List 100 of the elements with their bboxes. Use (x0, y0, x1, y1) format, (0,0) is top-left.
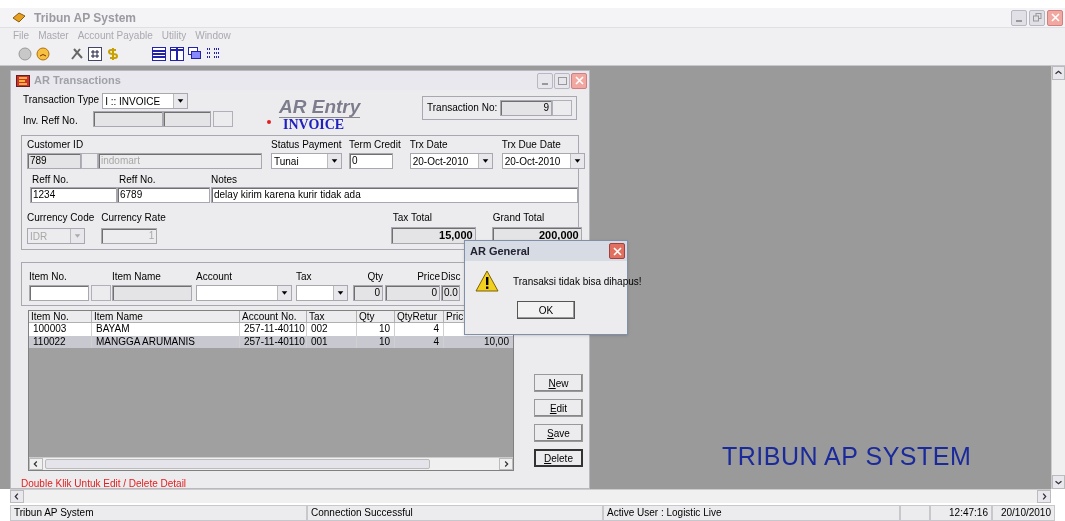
horizontal-scrollbar[interactable] (10, 489, 1051, 503)
table-cell: MANGGA ARUMANIS (92, 335, 240, 348)
scroll-left-icon[interactable] (29, 458, 43, 470)
disc-icon[interactable] (17, 45, 33, 62)
action-button[interactable]: Delete (534, 449, 583, 467)
field-label: Trx Due Date (501, 139, 562, 151)
field-label: Tax Total (392, 212, 434, 224)
hash-icon[interactable] (87, 45, 103, 62)
warning-icon (475, 270, 499, 292)
input-field[interactable]: delay kirim karena kurir tidak ada (211, 187, 578, 203)
input-field[interactable] (29, 285, 89, 301)
dropdown[interactable] (296, 285, 348, 301)
restore-button[interactable] (1029, 9, 1045, 26)
status-pane: 12:47:16 (930, 505, 992, 521)
input-field[interactable]: 0 (385, 285, 440, 301)
caret-icon (70, 229, 84, 243)
maximize-button[interactable] (554, 72, 570, 89)
dialog-message: Transaksi tidak bisa dihapus! (513, 274, 642, 289)
app-icon (16, 74, 30, 87)
action-button[interactable]: Edit (534, 399, 583, 417)
status-pane: Connection Successful (307, 505, 603, 521)
input-field[interactable]: 6789 (117, 187, 210, 203)
grid-scrollbar[interactable] (29, 457, 513, 470)
table-cell: 4 (395, 335, 444, 348)
field-label: Inv. Reff No. (23, 114, 79, 127)
hint-text: Double Klik Untuk Edit / Delete Detail (21, 477, 188, 488)
input-field[interactable]: 0 (349, 153, 393, 169)
field-label: Status Payment (271, 139, 342, 151)
app-icon (12, 11, 26, 24)
input-field[interactable]: 1234 (30, 187, 117, 203)
input-field[interactable]: 15,000 (390, 227, 476, 244)
input-field[interactable] (163, 111, 211, 127)
field-label: Grand Total (492, 212, 546, 224)
input-field[interactable] (93, 111, 163, 127)
cascade-icon[interactable] (187, 45, 203, 62)
caret-icon (173, 94, 188, 108)
scroll-down-icon[interactable] (1052, 475, 1065, 489)
field-label: Trx Date (409, 139, 449, 151)
table-cell: BAYAM (92, 323, 240, 336)
vertical-tile-icon[interactable] (169, 45, 185, 62)
caret-icon (477, 154, 492, 168)
dropdown[interactable]: 20-Oct-2010 (501, 153, 585, 169)
table-cell: 002 (307, 323, 357, 336)
caret-icon (327, 154, 341, 168)
field-label: Price (416, 271, 440, 283)
table-cell: 110022 (29, 335, 92, 348)
field-label: Disc (441, 271, 460, 283)
field-label: Customer ID (27, 139, 85, 151)
field-label: Currency Code (27, 212, 95, 224)
scroll-left-icon[interactable] (10, 490, 24, 503)
maximize-icon (557, 76, 567, 85)
close-button[interactable] (571, 72, 587, 89)
table-cell: 100003 (29, 323, 92, 336)
field-label: Reff No. (119, 174, 157, 186)
field-label: Notes (211, 174, 239, 186)
field-label: Currency Rate (101, 212, 166, 224)
vertical-scrollbar[interactable] (1051, 66, 1065, 489)
input-field[interactable]: 0 (353, 285, 383, 301)
status-pane: 20/10/2010 (992, 505, 1055, 521)
status-pane: Active User : Logistic Live (603, 505, 900, 521)
field-label: Qty (366, 271, 383, 283)
table-row[interactable]: 100003 BAYAM 257-11-40110 002 10 4 (29, 323, 513, 336)
horizontal-tile-icon[interactable] (151, 45, 167, 62)
window-title: Tribun AP System (34, 9, 137, 27)
field-label: Term Credit (349, 139, 401, 151)
input-field[interactable]: 9 (500, 100, 553, 116)
action-button[interactable]: Save (534, 424, 583, 442)
input-field[interactable] (112, 285, 192, 301)
dropdown[interactable] (196, 285, 292, 301)
field-label: Transaction No: (427, 102, 499, 114)
action-button[interactable]: New (534, 374, 583, 392)
dropdown[interactable]: I :: INVOICE (102, 93, 189, 109)
minimize-button[interactable] (537, 72, 553, 89)
dropdown[interactable]: Tunai (271, 153, 342, 169)
logo-title: AR Entry (279, 97, 361, 117)
table-cell: 257-11-40110 (240, 335, 307, 348)
input-field[interactable]: 789 (27, 153, 81, 169)
logo-subtitle: INVOICE (279, 117, 361, 132)
scroll-up-icon[interactable] (1052, 66, 1065, 80)
field-label: Reff No. (32, 174, 70, 186)
background-text: TRIBUN AP SYSTEM (722, 441, 972, 472)
scroll-right-icon[interactable] (499, 458, 513, 470)
input-field[interactable]: 0.0 (441, 285, 460, 301)
caret-icon (277, 286, 291, 300)
caret-icon (333, 286, 347, 300)
face-icon[interactable] (35, 45, 51, 62)
field-label: Item Name (112, 271, 162, 283)
window-title: AR Transactions (34, 73, 121, 89)
close-icon (612, 246, 622, 256)
close-icon (574, 76, 584, 85)
ok-button[interactable]: OK (517, 301, 575, 319)
scroll-right-icon[interactable] (1037, 490, 1051, 503)
scroll-thumb[interactable] (45, 459, 430, 469)
close-button[interactable] (609, 243, 625, 259)
table-cell: 257-11-40110 (240, 323, 307, 336)
dropdown[interactable]: 20-Oct-2010 (409, 153, 493, 169)
minimize-button[interactable] (1011, 9, 1027, 26)
field-label: Tax (296, 271, 313, 283)
status-pane: Tribun AP System (10, 505, 307, 521)
close-button[interactable] (1047, 9, 1063, 26)
